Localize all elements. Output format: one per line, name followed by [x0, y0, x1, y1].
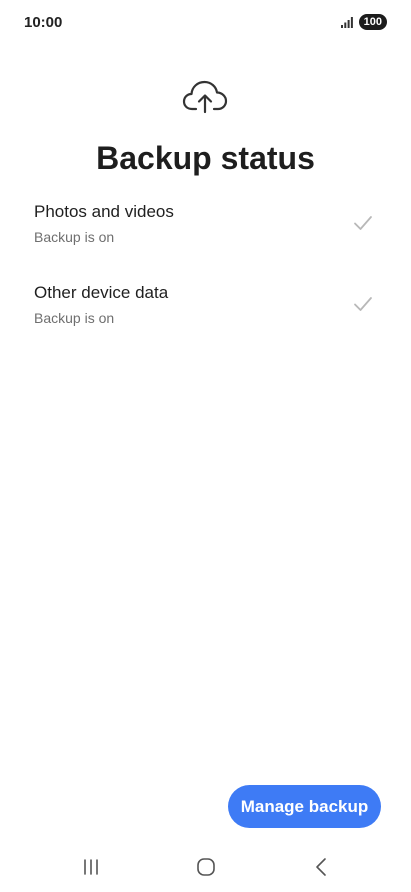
list-item-title: Other device data — [34, 283, 169, 302]
status-time: 10:00 — [24, 14, 63, 31]
check-icon — [354, 297, 372, 311]
list-item-title: Photos and videos — [34, 202, 174, 221]
list-item-photos-and-videos[interactable]: Photos and videos Backup is on — [0, 196, 411, 277]
recents-icon[interactable] — [82, 858, 100, 876]
backup-list: Photos and videos Backup is on Other dev… — [0, 196, 411, 358]
list-item-other-device-data[interactable]: Other device data Backup is on — [0, 277, 411, 358]
list-item-subtitle: Backup is on — [34, 310, 115, 326]
battery-level: 100 — [358, 14, 387, 30]
signal-bars-icon — [340, 17, 353, 28]
home-icon[interactable] — [196, 857, 216, 877]
page-title: Backup status — [96, 140, 315, 176]
back-icon[interactable] — [314, 857, 328, 877]
status-bar: 10:00 100 — [0, 0, 411, 48]
cloud-upload-icon — [182, 80, 228, 114]
manage-backup-button[interactable]: Manage backup — [228, 785, 381, 828]
list-item-subtitle: Backup is on — [34, 229, 115, 245]
navigation-bar — [0, 848, 411, 892]
status-indicators: 100 — [340, 14, 387, 30]
check-icon — [354, 216, 372, 230]
